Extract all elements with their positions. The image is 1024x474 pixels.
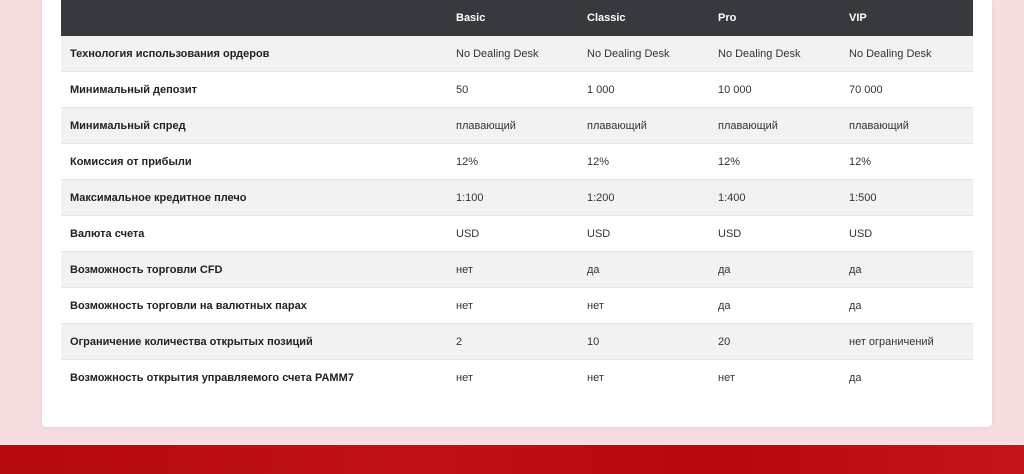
cell-basic: 12% xyxy=(456,143,587,180)
cell-basic: нет xyxy=(456,287,587,324)
cell-vip: 70 000 xyxy=(849,71,973,108)
cell-basic: плавающий xyxy=(456,107,587,144)
cell-vip: нет ограничений xyxy=(849,323,973,360)
table-header-row: Basic Classic Pro VIP xyxy=(61,0,973,36)
row-label: Ограничение количества открытых позиций xyxy=(61,323,456,360)
table-row: Технология использования ордеров No Deal… xyxy=(61,36,973,72)
accounts-comparison-table: Basic Classic Pro VIP Технология использ… xyxy=(61,0,973,395)
row-label: Технология использования ордеров xyxy=(61,36,456,72)
cell-classic: 1 000 xyxy=(587,71,718,108)
cell-classic: 1:200 xyxy=(587,179,718,216)
header-cell-empty xyxy=(61,0,456,36)
cell-basic: No Dealing Desk xyxy=(456,36,587,72)
row-label: Минимальный спред xyxy=(61,107,456,144)
table-row: Возможность торговли на валютных парах н… xyxy=(61,287,973,324)
cell-vip: No Dealing Desk xyxy=(849,36,973,72)
cell-classic: USD xyxy=(587,215,718,252)
cell-classic: да xyxy=(587,251,718,288)
cell-classic: нет xyxy=(587,287,718,324)
cell-pro: да xyxy=(718,251,849,288)
cell-pro: 20 xyxy=(718,323,849,360)
cell-vip: USD xyxy=(849,215,973,252)
cell-pro: 1:400 xyxy=(718,179,849,216)
cell-classic: плавающий xyxy=(587,107,718,144)
cell-basic: нет xyxy=(456,359,587,395)
cell-vip: 12% xyxy=(849,143,973,180)
cell-basic: нет xyxy=(456,251,587,288)
table-row: Возможность торговли CFD нет да да да xyxy=(61,251,973,288)
header-cell-basic: Basic xyxy=(456,0,587,36)
table-row: Валюта счета USD USD USD USD xyxy=(61,215,973,252)
row-label: Возможность открытия управляемого счета … xyxy=(61,359,456,395)
cell-classic: 10 xyxy=(587,323,718,360)
table-row: Минимальный депозит 50 1 000 10 000 70 0… xyxy=(61,71,973,108)
cell-pro: нет xyxy=(718,359,849,395)
row-label: Возможность торговли CFD xyxy=(61,251,456,288)
row-label: Минимальный депозит xyxy=(61,71,456,108)
cell-classic: No Dealing Desk xyxy=(587,36,718,72)
cell-vip: да xyxy=(849,287,973,324)
table-row: Минимальный спред плавающий плавающий пл… xyxy=(61,107,973,144)
header-cell-classic: Classic xyxy=(587,0,718,36)
cell-classic: 12% xyxy=(587,143,718,180)
accounts-comparison-card: Basic Classic Pro VIP Технология использ… xyxy=(42,0,992,427)
cell-pro: 12% xyxy=(718,143,849,180)
header-cell-pro: Pro xyxy=(718,0,849,36)
row-label: Валюта счета xyxy=(61,215,456,252)
cell-pro: No Dealing Desk xyxy=(718,36,849,72)
cell-pro: 10 000 xyxy=(718,71,849,108)
table-row: Максимальное кредитное плечо 1:100 1:200… xyxy=(61,179,973,216)
cell-pro: плавающий xyxy=(718,107,849,144)
cell-vip: 1:500 xyxy=(849,179,973,216)
row-label: Возможность торговли на валютных парах xyxy=(61,287,456,324)
row-label: Максимальное кредитное плечо xyxy=(61,179,456,216)
cell-pro: USD xyxy=(718,215,849,252)
table-row: Комиссия от прибыли 12% 12% 12% 12% xyxy=(61,143,973,180)
cell-basic: USD xyxy=(456,215,587,252)
cell-vip: да xyxy=(849,359,973,395)
table-row: Возможность открытия управляемого счета … xyxy=(61,359,973,395)
cell-classic: нет xyxy=(587,359,718,395)
cell-pro: да xyxy=(718,287,849,324)
cell-basic: 50 xyxy=(456,71,587,108)
header-cell-vip: VIP xyxy=(849,0,973,36)
cell-vip: да xyxy=(849,251,973,288)
footer-band xyxy=(0,445,1024,474)
cell-basic: 1:100 xyxy=(456,179,587,216)
table-row: Ограничение количества открытых позиций … xyxy=(61,323,973,360)
row-label: Комиссия от прибыли xyxy=(61,143,456,180)
cell-basic: 2 xyxy=(456,323,587,360)
cell-vip: плавающий xyxy=(849,107,973,144)
